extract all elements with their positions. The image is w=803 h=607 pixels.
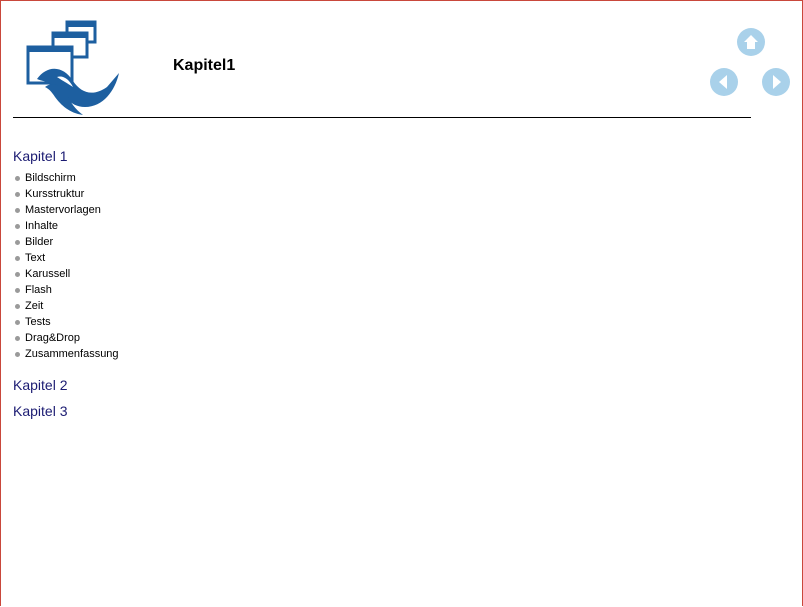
chapter-2-heading[interactable]: Kapitel 2 <box>13 376 119 394</box>
list-item[interactable]: Kursstruktur <box>15 186 119 202</box>
list-item[interactable]: Bildschirm <box>15 170 119 186</box>
list-item[interactable]: Zusammenfassung <box>15 346 119 362</box>
page-frame: Kapitel1 Kapitel 1 Bildschirm Kursstrukt… <box>0 0 803 606</box>
page-title: Kapitel1 <box>173 57 236 74</box>
bullet-icon <box>15 207 20 213</box>
list-item[interactable]: Tests <box>15 314 119 330</box>
list-item[interactable]: Mastervorlagen <box>15 202 119 218</box>
bullet-icon <box>15 335 20 341</box>
chapter-1-list: Bildschirm Kursstruktur Mastervorlagen I… <box>13 170 119 362</box>
bullet-icon <box>15 303 20 309</box>
bullet-icon <box>15 175 20 181</box>
list-item[interactable]: Inhalte <box>15 218 119 234</box>
windows-wave-logo <box>26 20 119 115</box>
list-item-label: Bildschirm <box>25 172 76 184</box>
arrow-left-icon[interactable] <box>709 67 739 97</box>
bullet-icon <box>15 319 20 325</box>
list-item-label: Flash <box>25 284 52 296</box>
bullet-icon <box>15 239 20 245</box>
list-item-label: Kursstruktur <box>25 188 85 200</box>
list-item[interactable]: Text <box>15 250 119 266</box>
list-item[interactable]: Flash <box>15 282 119 298</box>
list-item-label: Bilder <box>25 236 54 248</box>
bullet-icon <box>15 351 20 357</box>
list-item-label: Karussell <box>25 268 71 280</box>
list-item-label: Text <box>25 252 46 264</box>
list-item-label: Drag&Drop <box>25 332 81 344</box>
list-item[interactable]: Karussell <box>15 266 119 282</box>
list-item[interactable]: Bilder <box>15 234 119 250</box>
bullet-icon <box>15 223 20 229</box>
table-of-contents: Kapitel 1 Bildschirm Kursstruktur Master… <box>13 147 119 420</box>
list-item[interactable]: Drag&Drop <box>15 330 119 346</box>
list-item[interactable]: Zeit <box>15 298 119 314</box>
list-item-label: Zeit <box>25 300 44 312</box>
header-divider <box>13 117 751 118</box>
bullet-icon <box>15 271 20 277</box>
list-item-label: Inhalte <box>25 220 59 232</box>
home-arrow-icon[interactable] <box>736 27 766 57</box>
bullet-icon <box>15 255 20 261</box>
bullet-icon <box>15 191 20 197</box>
chapter-3-heading[interactable]: Kapitel 3 <box>13 402 119 420</box>
arrow-right-icon[interactable] <box>761 67 791 97</box>
bullet-icon <box>15 287 20 293</box>
list-item-label: Zusammenfassung <box>25 348 119 360</box>
chapter-1-heading[interactable]: Kapitel 1 <box>13 147 119 165</box>
list-item-label: Mastervorlagen <box>25 204 101 216</box>
list-item-label: Tests <box>25 316 51 328</box>
